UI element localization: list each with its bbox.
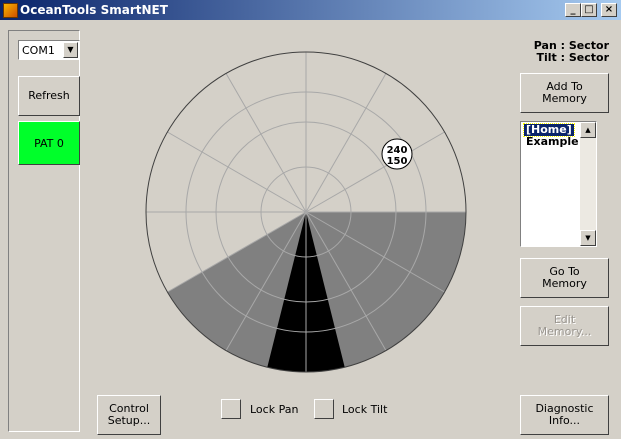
scroll-up-icon[interactable]: ▲ [580,122,596,138]
go-to-memory-button[interactable]: Go To Memory [520,258,609,298]
scroll-down-icon[interactable]: ▼ [580,230,596,246]
add-to-memory-button[interactable]: Add To Memory [520,73,609,113]
control-setup-button[interactable]: Control Setup... [97,395,161,435]
position-marker[interactable]: 240 150 [381,138,413,170]
tilt-status: Tilt : Sector [536,51,609,64]
memory-scrollbar[interactable]: ▲ ▼ [580,122,596,246]
lock-tilt-label: Lock Tilt [342,403,388,416]
lock-tilt-checkbox[interactable] [314,399,334,419]
edit-memory-button[interactable]: Edit Memory... [520,306,609,346]
pan-value: 240 [387,145,408,156]
lock-pan-checkbox[interactable] [221,399,241,419]
memory-list[interactable]: [Home] Example ▲ ▼ [520,121,597,247]
status-panel: Pan : Sector Tilt : Sector [534,40,609,64]
memory-item-example[interactable]: Example [524,136,581,148]
tilt-value: 150 [387,156,408,167]
diagnostic-info-button[interactable]: Diagnostic Info... [520,395,609,435]
radar-sectors [167,212,467,373]
lock-pan-label: Lock Pan [250,403,299,416]
